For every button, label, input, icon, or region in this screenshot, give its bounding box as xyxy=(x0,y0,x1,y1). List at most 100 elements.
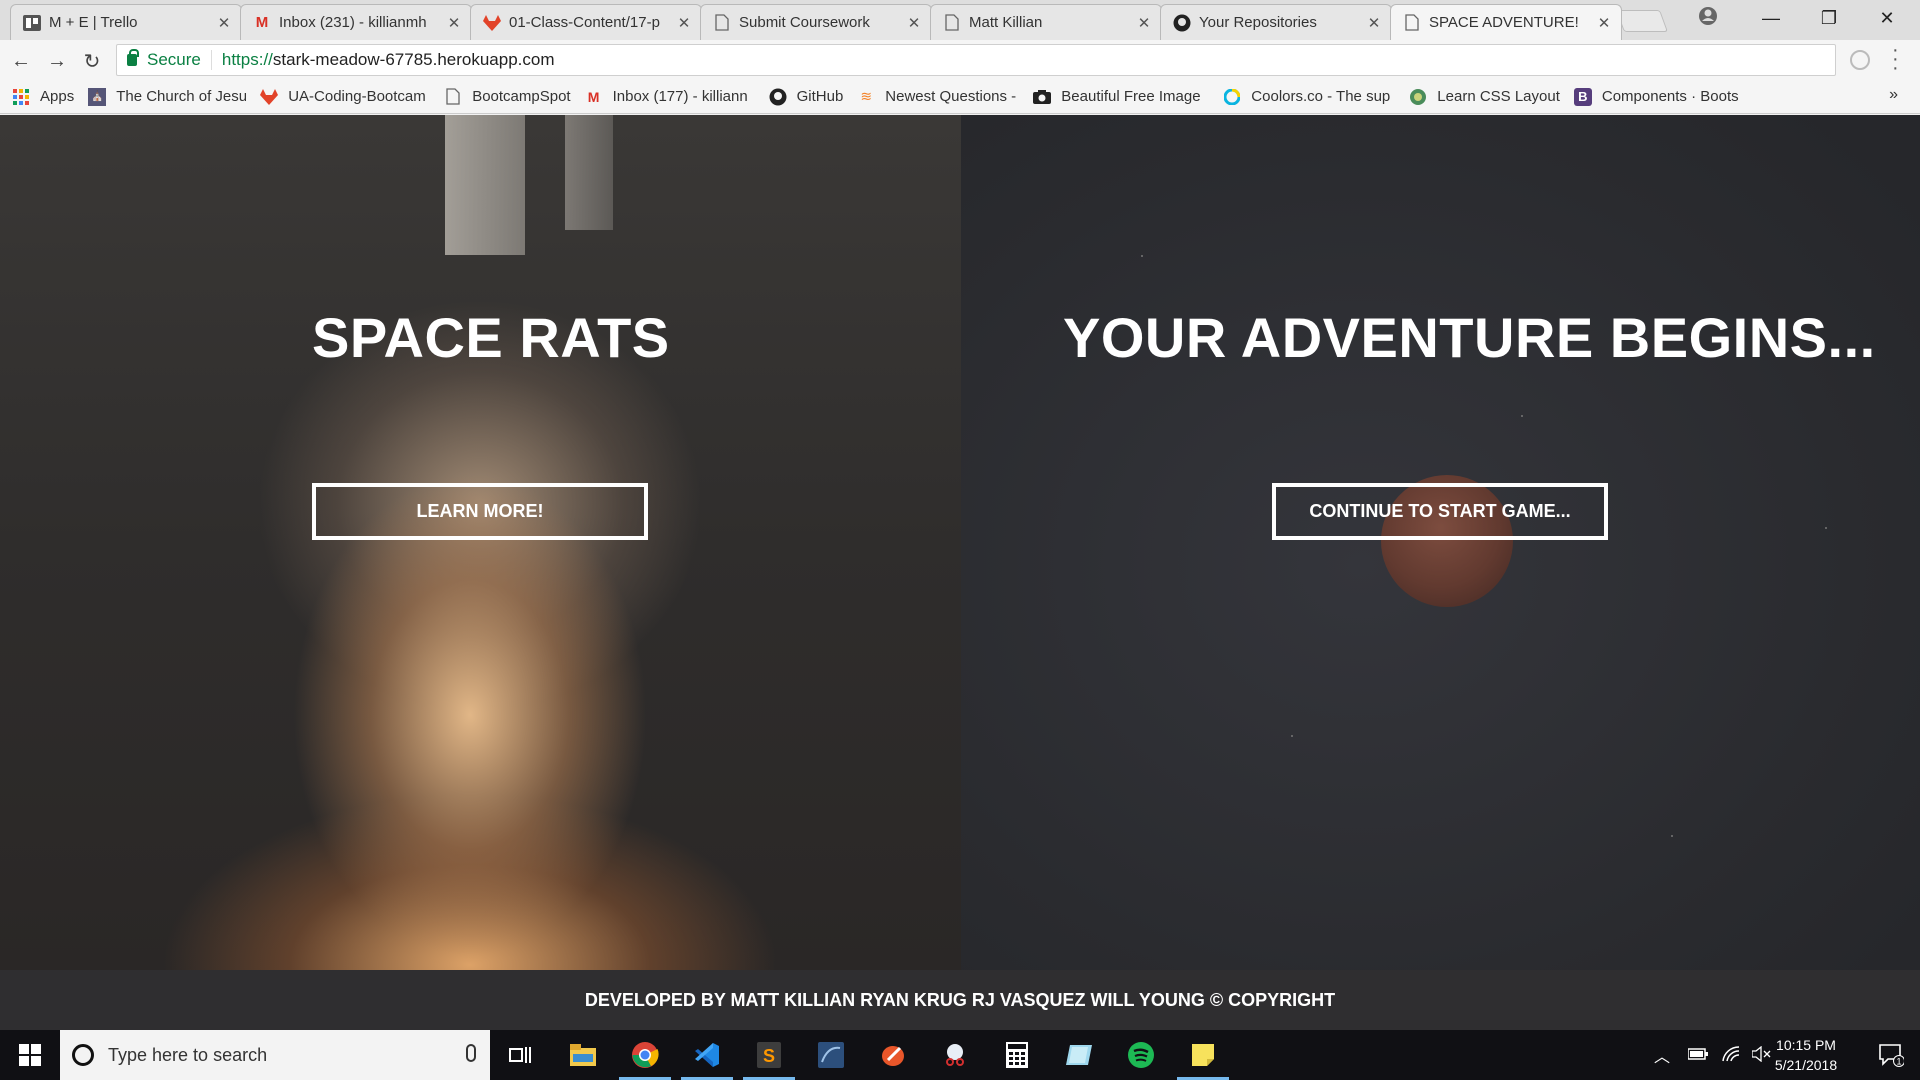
more-bookmarks-icon[interactable]: » xyxy=(1889,86,1898,104)
mysql-workbench-icon[interactable] xyxy=(801,1030,861,1080)
onenote-icon[interactable] xyxy=(1049,1030,1109,1080)
task-view-icon[interactable] xyxy=(490,1030,550,1080)
page-icon xyxy=(713,14,731,32)
browser-menu-icon[interactable]: · · · xyxy=(1892,40,1899,78)
church-icon: ⛪ xyxy=(88,87,107,106)
battery-icon[interactable] xyxy=(1687,1047,1709,1063)
microphone-icon[interactable] xyxy=(466,1044,476,1062)
bookmark-beautiful-free-images[interactable]: Beautiful Free Image xyxy=(1033,88,1209,106)
restore-icon[interactable]: ❐ xyxy=(1800,0,1858,36)
bookmark-bootcampspot[interactable]: BootcampSpot xyxy=(444,88,571,106)
tab-submit-coursework[interactable]: Submit Coursework ✕ xyxy=(700,4,932,40)
bookmark-label: The Church of Jesus xyxy=(116,88,247,105)
gmail-icon: M xyxy=(587,88,600,105)
bookmark-label: Components · Boots xyxy=(1601,88,1739,105)
taskbar-search-box[interactable]: Type here to search xyxy=(60,1030,490,1080)
extension-icon[interactable] xyxy=(1850,50,1870,70)
bookmark-apps[interactable]: Apps xyxy=(12,88,74,106)
bookmark-church-of-jesus[interactable]: ⛪ The Church of Jesus xyxy=(88,87,247,106)
system-tray: ︿ xyxy=(1654,1030,1772,1080)
vscode-icon[interactable] xyxy=(677,1030,737,1080)
windows-start-icon[interactable] xyxy=(0,1030,60,1080)
github-icon xyxy=(1173,14,1191,32)
page-footer: DEVELOPED BY MATT KILLIAN RYAN KRUG RJ V… xyxy=(0,970,1920,1030)
show-hidden-icons-icon[interactable]: ︿ xyxy=(1654,1043,1670,1067)
spotify-icon[interactable] xyxy=(1111,1030,1171,1080)
tab-class-content[interactable]: 01-Class-Content/17-p ✕ xyxy=(470,4,702,40)
close-tab-icon[interactable]: ✕ xyxy=(675,14,693,32)
address-bar[interactable]: Secure https://stark-meadow-67785.heroku… xyxy=(116,44,1836,76)
forward-arrow-icon[interactable]: → xyxy=(44,48,70,74)
paint-icon[interactable] xyxy=(863,1030,923,1080)
star-dot xyxy=(1521,415,1523,417)
snipping-icon[interactable] xyxy=(925,1030,985,1080)
notification-count: 1 xyxy=(1897,1057,1902,1067)
secure-indicator[interactable]: Secure xyxy=(117,49,212,70)
file-explorer-icon[interactable] xyxy=(553,1030,613,1080)
star-dot xyxy=(1141,255,1143,257)
page-icon xyxy=(1403,14,1421,32)
taskbar-clock[interactable]: 10:15 PM 5/21/2018 xyxy=(1766,1035,1846,1075)
left-hero-panel: SPACE RATS LEARN MORE! xyxy=(0,115,961,970)
tab-title: Your Repositories xyxy=(1199,14,1317,31)
globe-icon xyxy=(1409,88,1427,106)
continue-start-game-button[interactable]: CONTINUE TO START GAME... xyxy=(1272,483,1608,540)
star-dot xyxy=(1291,735,1293,737)
close-tab-icon[interactable]: ✕ xyxy=(905,14,923,32)
profile-icon[interactable] xyxy=(1696,4,1720,28)
learn-more-button[interactable]: LEARN MORE! xyxy=(312,483,648,540)
bookmark-label: UA-Coding-Bootcam xyxy=(288,88,426,105)
right-hero-panel: YOUR ADVENTURE BEGINS... CONTINUE TO STA… xyxy=(961,115,1920,970)
tab-your-repositories[interactable]: Your Repositories ✕ xyxy=(1160,4,1392,40)
sublime-icon[interactable]: S xyxy=(739,1030,799,1080)
bookmark-label: Inbox (177) - killiann xyxy=(612,88,748,105)
cortana-icon xyxy=(72,1044,94,1066)
bookmarks-bar: Apps ⛪ The Church of Jesus UA-Coding-Boo… xyxy=(0,80,1920,114)
clock-time: 10:15 PM xyxy=(1776,1037,1836,1053)
new-tab-button[interactable] xyxy=(1615,10,1669,32)
bookmark-inbox[interactable]: M Inbox (177) - killiann xyxy=(585,88,755,106)
browser-tab-strip: M + E | Trello ✕ M Inbox (231) - killian… xyxy=(0,0,1920,40)
page-icon xyxy=(943,14,961,32)
url-text[interactable]: https://stark-meadow-67785.herokuapp.com xyxy=(212,50,555,70)
url-host: stark-meadow-67785.herokuapp.com xyxy=(272,50,555,69)
tab-title: Inbox (231) - killianmh xyxy=(279,14,427,31)
close-tab-icon[interactable]: ✕ xyxy=(1365,14,1383,32)
tab-title: M + E | Trello xyxy=(49,14,138,31)
bookmark-label: Apps xyxy=(40,88,75,105)
calculator-icon[interactable] xyxy=(987,1030,1047,1080)
chrome-icon[interactable] xyxy=(615,1030,675,1080)
close-tab-icon[interactable]: ✕ xyxy=(215,14,233,32)
close-tab-icon[interactable]: ✕ xyxy=(1595,14,1613,32)
tab-gmail-inbox[interactable]: M Inbox (231) - killianmh ✕ xyxy=(240,4,472,40)
wifi-icon[interactable] xyxy=(1722,1045,1740,1065)
clock-date: 5/21/2018 xyxy=(1774,1057,1838,1073)
tab-trello[interactable]: M + E | Trello ✕ xyxy=(10,4,242,40)
apps-grid-icon xyxy=(12,88,30,106)
minimize-icon[interactable]: — xyxy=(1742,0,1800,36)
tab-matt-killian[interactable]: Matt Killian ✕ xyxy=(930,4,1162,40)
bookmark-label: Coolors.co - The sup xyxy=(1251,88,1391,105)
gitlab-icon xyxy=(260,88,279,106)
close-tab-icon[interactable]: ✕ xyxy=(1135,14,1153,32)
rocket-launch-image xyxy=(445,115,525,255)
bookmark-ua-coding-bootcamp[interactable]: UA-Coding-Bootcam xyxy=(260,88,430,106)
footer-credits: DEVELOPED BY MATT KILLIAN RYAN KRUG RJ V… xyxy=(584,989,1336,1010)
action-center-icon[interactable]: 1 xyxy=(1862,1030,1920,1080)
close-tab-icon[interactable]: ✕ xyxy=(445,14,463,32)
page-icon xyxy=(444,88,462,106)
bookmark-github[interactable]: GitHub xyxy=(769,88,844,106)
star-dot xyxy=(1671,835,1673,837)
bookmark-label: Newest Questions - xyxy=(885,88,1017,105)
sticky-notes-icon[interactable] xyxy=(1173,1030,1233,1080)
reload-icon[interactable]: ↻ xyxy=(79,48,105,74)
bookmark-label: BootcampSpot xyxy=(472,88,571,105)
bookmark-bootstrap-components[interactable]: B Components · Boots xyxy=(1573,87,1752,106)
bookmark-coolors[interactable]: Coolors.co - The sup xyxy=(1223,88,1395,106)
back-arrow-icon[interactable]: ← xyxy=(8,48,34,74)
close-window-icon[interactable]: ✕ xyxy=(1858,0,1916,36)
bookmark-newest-questions[interactable]: ≋ Newest Questions - xyxy=(857,88,1019,106)
bookmark-learn-css-layout[interactable]: Learn CSS Layout xyxy=(1409,88,1560,106)
bookmark-label: GitHub xyxy=(796,88,844,105)
tab-space-adventure[interactable]: SPACE ADVENTURE! ✕ xyxy=(1390,4,1622,40)
